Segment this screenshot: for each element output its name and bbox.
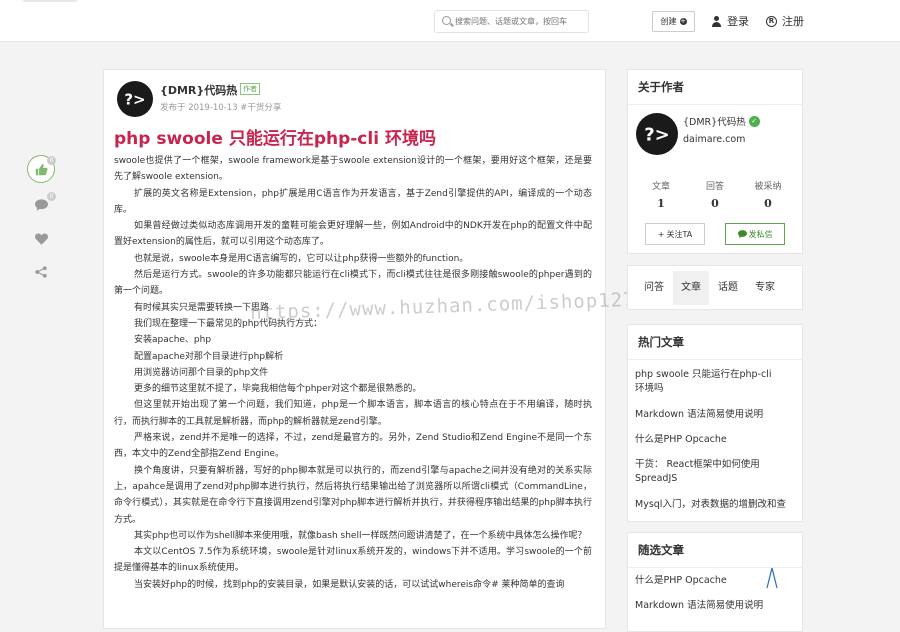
- random-articles-title: 随选文章: [628, 533, 802, 568]
- comment-button[interactable]: 0: [27, 191, 56, 219]
- plus-icon: +: [679, 17, 687, 25]
- share-icon: [35, 266, 47, 278]
- tab-experts[interactable]: 专家: [747, 271, 783, 305]
- about-author-site: daimare.com: [683, 134, 746, 145]
- article-paragraph: 如果曾经做过类似动态库调用开发的童鞋可能会更好理解一些，例如Android中的N…: [114, 221, 592, 248]
- article-title: php swoole 只能运行在php-cli 环境吗: [114, 129, 436, 149]
- random-article-item[interactable]: Markdown 语法简易使用说明: [628, 599, 798, 613]
- like-count: 0: [47, 156, 56, 165]
- random-articles-card: 随选文章 什么是PHP Opcache Markdown 语法简易使用说明: [627, 532, 803, 632]
- register-link[interactable]: R 注册: [766, 13, 804, 29]
- register-icon: R: [766, 15, 777, 27]
- login-link[interactable]: 登录: [711, 13, 749, 29]
- about-author-title: 关于作者: [628, 70, 802, 105]
- article-paragraph: 换个角度讲，只要有解析器，写好的php脚本就是可以执行的，而zend引擎与apa…: [114, 465, 592, 525]
- svg-text:?>: ?>: [124, 91, 145, 109]
- tab-questions[interactable]: 问答: [636, 271, 672, 305]
- favorite-button[interactable]: [27, 225, 55, 253]
- article-paragraph: 用浏览器访问那个目录的php文件: [134, 367, 269, 378]
- article-paragraph: 安装apache、php: [134, 335, 212, 346]
- stat-label: 被采纳: [754, 182, 782, 192]
- stat-answers[interactable]: 回答 0: [695, 179, 735, 210]
- article-paragraph: 我们现在整理一下最常见的php代码执行方式：: [134, 318, 323, 329]
- article-paragraph: 本文以CentOS 7.5作为系统环境，swoole是针对linux系统开发的，…: [114, 547, 592, 574]
- article-paragraph: swoole也提供了一个框架，swoole framework是基于swoole…: [114, 156, 592, 183]
- about-author-name: {DMR}代码热: [683, 117, 746, 128]
- about-author-avatar[interactable]: ?>: [636, 113, 678, 155]
- publish-meta: 发布于 2019-10-13 #干货分享: [160, 103, 282, 113]
- about-author-card: 关于作者 ?> {DMR}代码热 ✓ daimare.com 文章 1 回答 0…: [627, 69, 803, 254]
- verified-check-icon: ✓: [748, 115, 760, 127]
- stat-label: 文章: [651, 182, 670, 192]
- tab-articles[interactable]: 文章: [673, 271, 709, 305]
- article-paragraph: 当安装好php的时候，找到php的安装目录，如果是默认安装的话，可以试试wher…: [134, 579, 565, 590]
- article-paragraph: 有时候其实只是需要转换一下思路: [134, 302, 270, 313]
- like-button[interactable]: 0: [27, 155, 56, 183]
- create-button-label: 创建: [660, 17, 677, 26]
- search-input[interactable]: [455, 14, 585, 29]
- article-card: ?> {DMR}代码热 作者 发布于 2019-10-13 #干货分享 php …: [103, 69, 606, 629]
- hot-articles-card: 热门文章 php swoole 只能运行在php-cli 环境吗 Markdow…: [627, 324, 803, 522]
- hot-articles-title: 热门文章: [628, 325, 802, 360]
- cursor-decoration-icon: [766, 567, 778, 589]
- author-avatar[interactable]: ?>: [117, 81, 153, 117]
- hot-article-item[interactable]: Mysql入门，对表数据的增删改和查: [628, 498, 802, 512]
- article-paragraph: 也就是说，swoole本身是用C语言编写的，它可以让php获得一些额外的func…: [134, 253, 469, 264]
- hot-article-item[interactable]: php swoole 只能运行在php-cli 环境吗: [628, 368, 788, 396]
- comment-count: 0: [47, 192, 56, 201]
- stat-label: 回答: [705, 182, 724, 192]
- about-author-name-row[interactable]: {DMR}代码热 ✓: [683, 114, 760, 128]
- stat-value: 0: [764, 197, 772, 210]
- article-paragraph: 扩展的英文名称是Extension，php扩展是用C语言作为开发语言，基于Zen…: [114, 188, 592, 215]
- stat-articles[interactable]: 文章 1: [641, 179, 681, 210]
- tab-topics[interactable]: 话题: [710, 271, 746, 305]
- article-paragraph: 然后是运行方式。swoole的许多功能都只能运行在cli模式下，而cli模式往往…: [114, 270, 592, 297]
- hot-article-item[interactable]: 什么是PHP Opcache: [628, 433, 798, 447]
- author-badge: 作者: [240, 83, 260, 95]
- article-body: swoole也提供了一个框架，swoole framework是基于swoole…: [114, 153, 592, 593]
- article-paragraph: 严格来说，zend并不是唯一的选择，不过，zend是最官方的。另外，Zend S…: [114, 433, 592, 460]
- user-icon: [711, 15, 722, 27]
- message-label: 发私信: [748, 229, 773, 239]
- author-tabs: 问答 文章 话题 专家: [627, 265, 803, 310]
- svg-text:?>: ?>: [644, 125, 670, 146]
- article-paragraph: 配置apache对那个目录进行php解析: [134, 351, 284, 362]
- follow-button[interactable]: + 关注TA: [645, 223, 705, 245]
- hot-article-item[interactable]: Markdown 语法简易使用说明: [628, 408, 798, 422]
- article-author-name[interactable]: {DMR}代码热: [160, 82, 237, 98]
- login-label: 登录: [727, 15, 749, 28]
- follow-label: 关注TA: [666, 229, 693, 239]
- stat-value: 1: [657, 197, 665, 210]
- article-paragraph: 更多的细节这里就不提了，毕竟我相信每个phper对这个都是很熟悉的。: [134, 384, 422, 395]
- site-logo[interactable]: [22, 0, 78, 2]
- top-header: 创建 + 登录 R 注册: [0, 0, 900, 42]
- message-button[interactable]: 发私信: [725, 223, 785, 245]
- stat-value: 0: [711, 197, 719, 210]
- hot-article-item[interactable]: 干货： React框架中如何使用SpreadJS: [628, 458, 788, 486]
- stat-accepted[interactable]: 被采纳 0: [748, 179, 788, 210]
- plus-icon: +: [657, 229, 665, 239]
- search-icon: [442, 16, 451, 25]
- search-box[interactable]: [434, 10, 589, 33]
- register-label: 注册: [782, 15, 804, 28]
- heart-icon: [34, 233, 48, 245]
- message-icon: [737, 230, 747, 238]
- comment-icon: [34, 199, 48, 211]
- create-button[interactable]: 创建 +: [652, 11, 695, 32]
- thumbs-up-icon: [35, 163, 47, 175]
- article-paragraph: 但这里就开始出现了第一个问题，我们知道，php是一个脚本语言，脚本语言的核心特点…: [114, 400, 592, 427]
- article-paragraph: 其实php也可以作为shell脚本来使用哦，就像bash shell一样既然问题…: [134, 530, 587, 541]
- share-button[interactable]: [27, 258, 55, 286]
